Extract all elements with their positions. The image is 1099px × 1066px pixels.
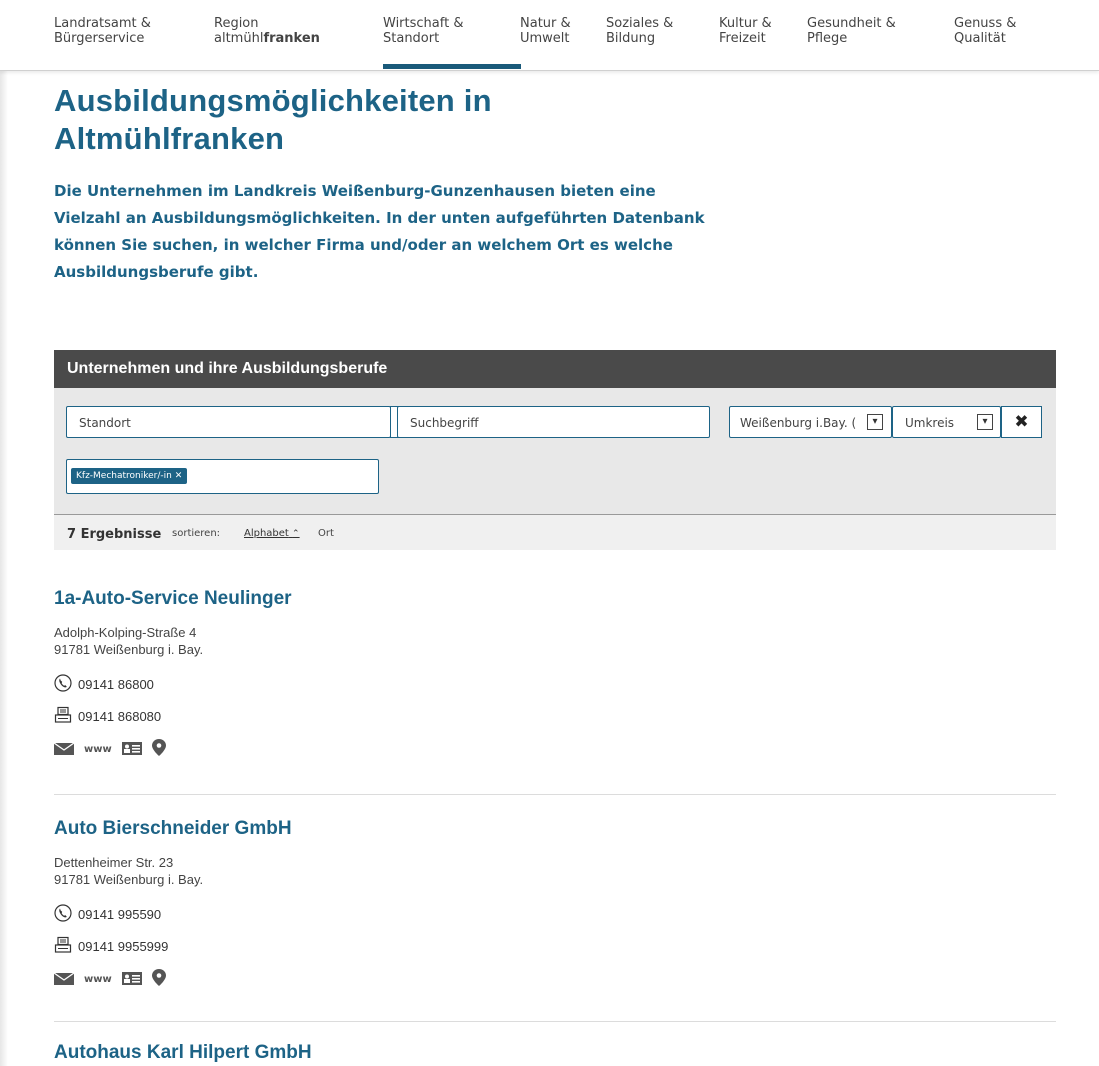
page-title: Ausbildungsmöglichkeiten in Altmühlfrank… [54, 83, 492, 156]
website-icon[interactable]: www [84, 974, 112, 985]
map-pin-icon[interactable] [151, 739, 166, 760]
main-navigation: Landratsamt & Bürgerservice Region altmü… [0, 0, 1099, 71]
chevron-down-icon: ▾ [977, 414, 993, 430]
search-panel: Standort Suchbegriff Weißenburg i.Bay. (… [54, 388, 1056, 515]
umkreis-select-value: Umkreis [905, 416, 955, 430]
clear-search-button[interactable]: ✖ [1001, 406, 1042, 438]
fax-icon [54, 706, 78, 727]
city-select[interactable]: Weißenburg i.Bay. ( ▾ [729, 406, 892, 438]
nav-label: Bildung [606, 31, 656, 46]
company-address: Dettenheimer Str. 23 91781 Weißenburg i.… [54, 854, 203, 888]
phone-number[interactable]: 09141 995590 [78, 907, 161, 922]
nav-label: Pflege [807, 31, 848, 46]
standort-input[interactable]: Standort [66, 406, 391, 438]
map-pin-icon[interactable] [151, 969, 166, 990]
fax-number: 09141 868080 [78, 709, 162, 724]
divider [54, 1021, 1056, 1022]
contact-icons: www [53, 739, 166, 760]
chevron-down-icon: ▾ [867, 414, 883, 430]
phone-row: 09141 86800 [54, 674, 154, 695]
results-count: 7 Ergebnisse [67, 527, 162, 542]
address-street: Dettenheimer Str. 23 [54, 855, 174, 870]
nav-label: Umwelt [520, 31, 570, 46]
vcard-icon[interactable] [121, 970, 142, 989]
close-icon: ✖ [1014, 412, 1029, 432]
nav-label-part: altmühl [214, 31, 264, 46]
sort-alphabet-label: Alphabet [244, 528, 289, 539]
company-entry: Autohaus Karl Hilpert GmbH [54, 1042, 1056, 1066]
city-select-value: Weißenburg i.Bay. ( [740, 416, 857, 430]
page-edge-shadow [0, 0, 8, 1066]
company-entry: Auto Bierschneider GmbH Dettenheimer Str… [53, 818, 1056, 998]
search-panel-header: Unternehmen und ihre Ausbildungsberufe [54, 350, 1056, 388]
nav-region[interactable]: Region altmühlfranken [214, 16, 320, 46]
beruf-tag-input[interactable]: Kfz-Mechatroniker/-in ✕ [66, 459, 379, 494]
chevron-up-icon: ⌃ [292, 529, 300, 539]
nav-natur[interactable]: Natur & Umwelt [520, 16, 571, 46]
fax-row: 09141 9955999 [54, 936, 168, 957]
nav-kultur[interactable]: Kultur & Freizeit [719, 16, 772, 46]
sort-alphabet-link[interactable]: Alphabet ⌃ [244, 528, 300, 539]
nav-label-part-bold: franken [263, 31, 320, 46]
company-address: Adolph-Kolping-Straße 4 91781 Weißenburg… [54, 624, 203, 658]
nav-label: altmühlfranken [214, 31, 320, 46]
contact-icons: www [53, 969, 166, 990]
mail-icon[interactable] [53, 740, 75, 759]
intro-text: Die Unternehmen im Landkreis Weißenburg-… [54, 182, 705, 281]
nav-label: Wirtschaft & [383, 16, 464, 31]
nav-label: Natur & [520, 16, 571, 31]
nav-genuss[interactable]: Genuss & Qualität [954, 16, 1016, 46]
umkreis-select[interactable]: Umkreis ▾ [892, 406, 1001, 438]
divider [54, 794, 1056, 795]
fax-number: 09141 9955999 [78, 939, 169, 954]
phone-icon [54, 674, 78, 695]
nav-gesundheit[interactable]: Gesundheit & Pflege [807, 16, 896, 46]
suchbegriff-placeholder: Suchbegriff [410, 416, 479, 430]
phone-icon [54, 904, 78, 925]
address-city: 91781 Weißenburg i. Bay. [54, 642, 204, 657]
nav-label: Landratsamt & [54, 16, 151, 31]
website-icon[interactable]: www [84, 744, 112, 755]
nav-soziales[interactable]: Soziales & Bildung [606, 16, 673, 46]
nav-landratsamt[interactable]: Landratsamt & Bürgerservice [54, 16, 151, 46]
nav-label: Region [214, 16, 259, 31]
company-name[interactable]: Auto Bierschneider GmbH [54, 818, 292, 840]
mail-icon[interactable] [53, 970, 75, 989]
address-street: Adolph-Kolping-Straße 4 [54, 625, 197, 640]
sort-ort-link[interactable]: Ort [318, 528, 334, 539]
vcard-icon[interactable] [121, 740, 142, 759]
nav-label: Kultur & [719, 16, 772, 31]
phone-row: 09141 995590 [54, 904, 161, 925]
beruf-tag[interactable]: Kfz-Mechatroniker/-in ✕ [71, 468, 188, 484]
company-name[interactable]: Autohaus Karl Hilpert GmbH [54, 1042, 312, 1064]
nav-label: Soziales & [606, 16, 674, 31]
nav-wirtschaft[interactable]: Wirtschaft & Standort [383, 16, 522, 69]
standort-placeholder: Standort [79, 416, 131, 430]
company-entry: 1a-Auto-Service Neulinger Adolph-Kolping… [53, 588, 1056, 768]
nav-label: Standort [383, 31, 440, 46]
search-panel-title: Unternehmen und ihre Ausbildungsberufe [67, 360, 388, 377]
nav-label: Gesundheit & [807, 16, 896, 31]
address-city: 91781 Weißenburg i. Bay. [54, 872, 204, 887]
phone-number[interactable]: 09141 86800 [78, 677, 154, 692]
results-bar: 7 Ergebnisse sortieren: Alphabet ⌃ Ort [54, 515, 1056, 550]
suchbegriff-input[interactable]: Suchbegriff [397, 406, 710, 438]
nav-label: Freizeit [719, 31, 766, 46]
company-name[interactable]: 1a-Auto-Service Neulinger [54, 588, 292, 610]
nav-label: Genuss & [954, 16, 1017, 31]
sort-label: sortieren: [172, 528, 221, 539]
nav-label: Qualität [954, 31, 1006, 46]
fax-icon [54, 936, 78, 957]
nav-label: Bürgerservice [54, 31, 145, 46]
fax-row: 09141 868080 [54, 706, 161, 727]
